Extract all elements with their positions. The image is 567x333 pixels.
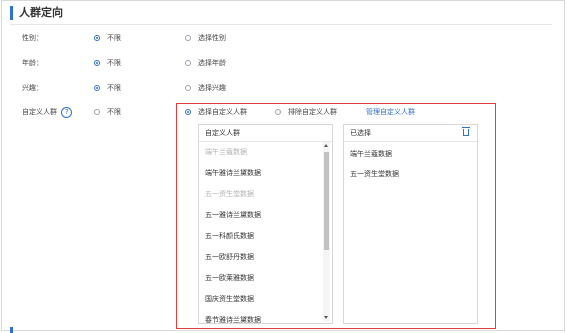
audience-list-item[interactable]: 国庆资生堂数据 bbox=[199, 289, 320, 310]
selected-audience-item[interactable]: 端午兰蔻数据 bbox=[344, 144, 465, 164]
interest-unlimited-radio[interactable]: 不限 bbox=[94, 82, 121, 94]
audience-list-item[interactable]: 春节雅诗兰黛数据 bbox=[199, 310, 320, 323]
targeting-panel: 人群定向 性别： 不限 选择性别 年龄： 不限 选择年龄 兴趣： 不限 选择兴趣… bbox=[1, 0, 565, 333]
radio-unchecked-icon bbox=[94, 109, 100, 115]
custom-audience-list-panel: 自定义人群 端午兰蔻数据端午雅诗兰黛数据五一资生堂数据五一雅诗兰黛数据 五一科颜氏… bbox=[198, 124, 333, 324]
section-title: 人群定向 bbox=[10, 6, 63, 20]
gender-label: 性别： bbox=[22, 34, 43, 42]
radio-checked-icon bbox=[94, 85, 100, 91]
audience-list-item[interactable]: 端午雅诗兰黛数据 bbox=[199, 163, 320, 184]
radio-unchecked-icon bbox=[185, 60, 191, 66]
interest-select-radio[interactable]: 选择兴趣 bbox=[185, 82, 226, 94]
scroll-down-arrow-icon[interactable] bbox=[324, 316, 328, 319]
audience-list-item[interactable]: 五一欧莱雅数据 bbox=[199, 268, 320, 289]
interest-label: 兴趣： bbox=[22, 84, 43, 92]
radio-label: 排除自定义人群 bbox=[288, 108, 337, 116]
radio-label: 不限 bbox=[107, 59, 121, 67]
radio-checked-icon bbox=[94, 35, 100, 41]
radio-label: 不限 bbox=[107, 34, 121, 42]
radio-label: 选择年龄 bbox=[198, 59, 226, 67]
radio-label: 不限 bbox=[107, 84, 121, 92]
radio-label: 不限 bbox=[107, 108, 121, 116]
age-unlimited-radio[interactable]: 不限 bbox=[94, 57, 121, 69]
panel-header: 自定义人群 bbox=[199, 125, 332, 142]
radio-label: 选择自定义人群 bbox=[198, 108, 247, 116]
audience-list-item[interactable]: 五一雅诗兰黛数据 bbox=[199, 205, 320, 226]
audience-list-item[interactable]: 五一科颜氏数据 bbox=[199, 226, 320, 247]
custom-unlimited-radio[interactable]: 不限 bbox=[94, 106, 121, 118]
audience-list-item: 端午兰蔻数据 bbox=[205, 148, 247, 156]
gender-select-radio[interactable]: 选择性别 bbox=[185, 32, 226, 44]
scroll-up-arrow-icon[interactable] bbox=[324, 144, 328, 147]
radio-unchecked-icon bbox=[185, 35, 191, 41]
radio-unchecked-icon bbox=[275, 109, 281, 115]
exclude-custom-audience-radio[interactable]: 排除自定义人群 bbox=[275, 106, 337, 118]
age-label: 年龄： bbox=[22, 59, 43, 67]
next-section-marker bbox=[10, 327, 13, 333]
selected-audience-panel: 已选择 端午兰蔻数据 五一资生堂数据 bbox=[343, 124, 478, 324]
gender-unlimited-radio[interactable]: 不限 bbox=[94, 32, 121, 44]
radio-unchecked-icon bbox=[185, 85, 191, 91]
section-divider bbox=[10, 24, 552, 25]
selected-audience-item[interactable]: 五一资生堂数据 bbox=[344, 164, 465, 184]
help-icon[interactable]: ? bbox=[61, 106, 73, 118]
select-custom-audience-radio[interactable]: 选择自定义人群 bbox=[185, 106, 247, 118]
trash-icon[interactable] bbox=[462, 127, 470, 136]
custom-audience-label: 自定义人群 ? bbox=[22, 106, 73, 118]
manage-custom-audience-link[interactable]: 管理自定义人群 bbox=[366, 106, 415, 118]
audience-list-item[interactable]: 五一欧舒丹数据 bbox=[199, 247, 320, 268]
custom-audience-label-text: 自定义人群 bbox=[22, 108, 57, 116]
radio-label: 选择兴趣 bbox=[198, 84, 226, 92]
audience-list-item: 五一资生堂数据 bbox=[205, 190, 254, 198]
radio-label: 选择性别 bbox=[198, 34, 226, 42]
panel-header: 已选择 bbox=[344, 125, 477, 142]
scroll-thumb[interactable] bbox=[324, 152, 329, 250]
age-select-radio[interactable]: 选择年龄 bbox=[185, 57, 226, 69]
scrollbar[interactable] bbox=[323, 142, 330, 321]
selected-audience-list: 端午兰蔻数据 五一资生堂数据 bbox=[344, 142, 465, 323]
custom-audience-list: 端午兰蔻数据端午雅诗兰黛数据五一资生堂数据五一雅诗兰黛数据 五一科颜氏数据 五一欧舒… bbox=[199, 142, 320, 323]
selected-header-label: 已选择 bbox=[350, 129, 371, 137]
radio-checked-icon bbox=[94, 60, 100, 66]
radio-checked-icon bbox=[185, 109, 191, 115]
